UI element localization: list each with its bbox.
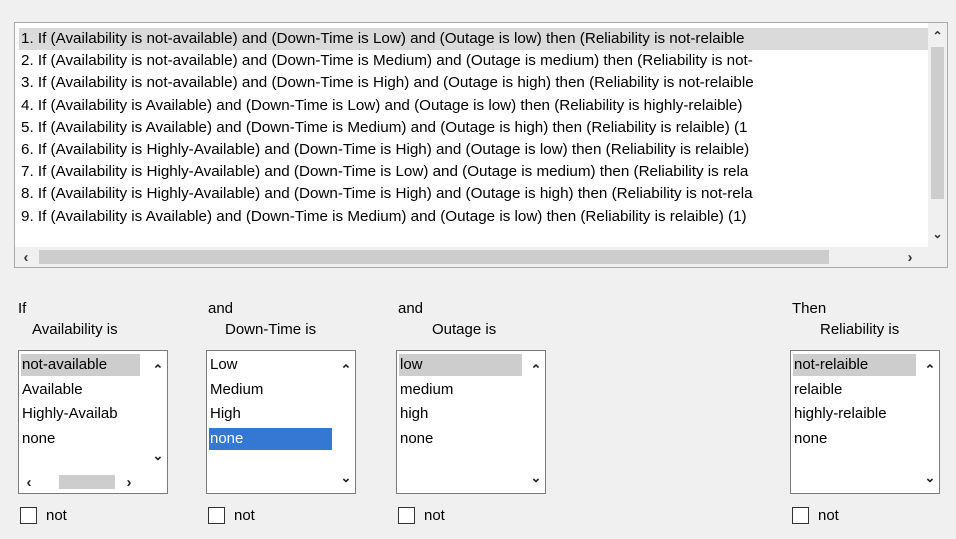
chevron-down-icon[interactable]: ⌄ — [928, 225, 947, 243]
availability-not-checkbox[interactable]: not — [20, 507, 67, 524]
chevron-down-icon[interactable]: ⌄ — [527, 469, 545, 487]
downtime-not-label: not — [234, 507, 255, 524]
rule-item[interactable]: 5. If (Availability is Available) and (D… — [19, 117, 929, 139]
availability-option[interactable]: not-available — [21, 354, 140, 376]
outage-option[interactable]: high — [399, 403, 522, 425]
outage-not-label: not — [424, 507, 445, 524]
rules-horizontal-scroll-thumb[interactable] — [39, 250, 829, 264]
reliability-not-checkbox-box[interactable] — [792, 507, 809, 524]
reliability-option[interactable]: none — [793, 428, 916, 450]
availability-not-label: not — [46, 507, 67, 524]
availability-listbox-vertical-scrollbar[interactable]: ⌃ ⌄ — [149, 351, 167, 471]
availability-listbox-horizontal-scrollbar[interactable]: ‹ › — [19, 471, 167, 493]
reliability-not-label: not — [818, 507, 839, 524]
availability-option[interactable]: none — [21, 428, 140, 450]
availability-option[interactable]: Highly-Availab — [21, 403, 140, 425]
chevron-up-icon[interactable]: ⌃ — [149, 361, 167, 379]
rule-item[interactable]: 3. If (Availability is not-available) an… — [19, 72, 929, 94]
chevron-up-icon[interactable]: ⌃ — [921, 361, 939, 379]
chevron-right-icon[interactable]: › — [119, 471, 139, 493]
outage-listbox-vertical-scrollbar[interactable]: ⌃ ⌄ — [527, 351, 545, 493]
rules-list[interactable]: 1. If (Availability is not-available) an… — [14, 22, 948, 268]
rules-horizontal-scrollbar[interactable]: ‹ › — [15, 247, 947, 267]
chevron-left-icon[interactable]: ‹ — [15, 247, 37, 267]
downtime-option[interactable]: Medium — [209, 379, 332, 401]
outage-not-checkbox-box[interactable] — [398, 507, 415, 524]
rule-item[interactable]: 6. If (Availability is Highly-Available)… — [19, 139, 929, 161]
rules-list-items: 1. If (Availability is not-available) an… — [19, 28, 929, 228]
reliability-connector: Then — [792, 300, 827, 317]
downtime-listbox[interactable]: ⌃ ⌄ Low Medium High none — [206, 350, 356, 494]
outage-option[interactable]: medium — [399, 379, 522, 401]
availability-option[interactable]: Available — [21, 379, 140, 401]
reliability-listbox[interactable]: ⌃ ⌄ not-relaible relaible highly-relaible n… — [790, 350, 940, 494]
rule-item[interactable]: 9. If (Availability is Available) and (D… — [19, 206, 929, 228]
availability-label: Availability is — [32, 321, 118, 338]
downtime-connector: and — [208, 300, 234, 317]
outage-option[interactable]: low — [399, 354, 522, 376]
outage-not-checkbox[interactable]: not — [398, 507, 445, 524]
downtime-option[interactable]: Low — [209, 354, 332, 376]
chevron-left-icon[interactable]: ‹ — [19, 471, 39, 493]
rule-item[interactable]: 8. If (Availability is Highly-Available)… — [19, 183, 929, 205]
reliability-option[interactable]: not-relaible — [793, 354, 916, 376]
chevron-down-icon[interactable]: ⌄ — [337, 469, 355, 487]
downtime-option[interactable]: none — [209, 427, 332, 450]
availability-listbox[interactable]: ⌃ ⌄ ‹ › not-available Available Highly-Ava… — [18, 350, 168, 494]
downtime-not-checkbox-box[interactable] — [208, 507, 225, 524]
reliability-option[interactable]: relaible — [793, 379, 916, 401]
outage-connector: and — [398, 300, 424, 317]
rule-item[interactable]: 2. If (Availability is not-available) an… — [19, 50, 929, 72]
reliability-not-checkbox[interactable]: not — [792, 507, 839, 524]
chevron-down-icon[interactable]: ⌄ — [921, 469, 939, 487]
downtime-not-checkbox[interactable]: not — [208, 507, 255, 524]
outage-option[interactable]: none — [399, 428, 522, 450]
rules-vertical-scroll-thumb[interactable] — [931, 47, 944, 199]
chevron-up-icon[interactable]: ⌃ — [928, 27, 947, 45]
chevron-down-icon[interactable]: ⌄ — [149, 447, 167, 465]
chevron-up-icon[interactable]: ⌃ — [337, 361, 355, 379]
availability-horizontal-scroll-thumb[interactable] — [59, 475, 115, 489]
reliability-option[interactable]: highly-relaible — [793, 403, 916, 425]
chevron-up-icon[interactable]: ⌃ — [527, 361, 545, 379]
rules-vertical-scrollbar[interactable]: ⌃ ⌄ — [928, 23, 947, 249]
chevron-right-icon[interactable]: › — [899, 247, 921, 267]
outage-label: Outage is — [432, 321, 497, 338]
downtime-listbox-vertical-scrollbar[interactable]: ⌃ ⌄ — [337, 351, 355, 493]
rule-item[interactable]: 7. If (Availability is Highly-Available)… — [19, 161, 929, 183]
reliability-label: Reliability is — [820, 321, 900, 338]
rule-item[interactable]: 4. If (Availability is Available) and (D… — [19, 95, 929, 117]
downtime-option[interactable]: High — [209, 403, 332, 425]
availability-connector: If — [18, 300, 27, 317]
availability-not-checkbox-box[interactable] — [20, 507, 37, 524]
reliability-listbox-vertical-scrollbar[interactable]: ⌃ ⌄ — [921, 351, 939, 493]
rule-item[interactable]: 1. If (Availability is not-available) an… — [19, 28, 929, 51]
outage-listbox[interactable]: ⌃ ⌄ low medium high none — [396, 350, 546, 494]
downtime-label: Down-Time is — [225, 321, 317, 338]
